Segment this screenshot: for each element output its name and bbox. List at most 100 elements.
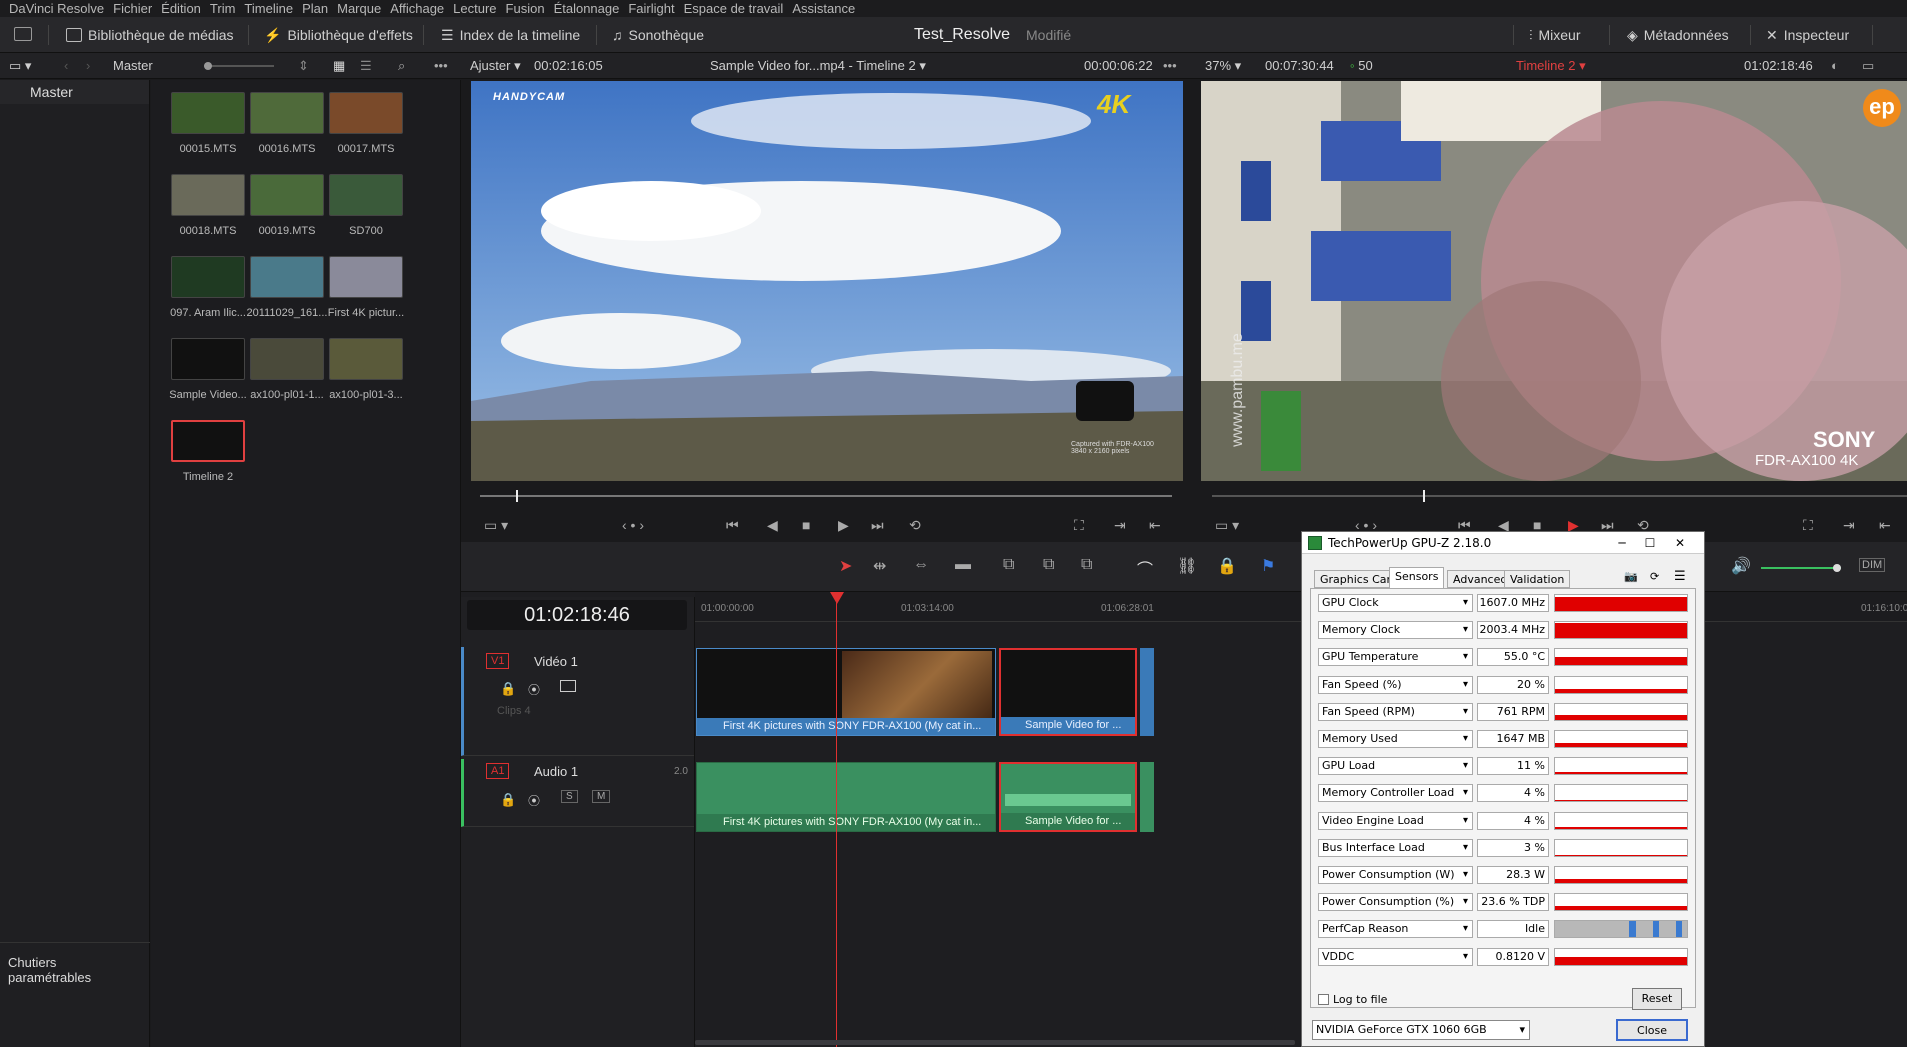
stop-icon[interactable]: ■ — [802, 517, 810, 533]
program-match-frame-icon[interactable]: ⛶ — [1803, 517, 1813, 534]
video-lock-icon[interactable]: 🔒 — [500, 681, 516, 697]
gpu-select[interactable]: NVIDIA GeForce GTX 1060 6GB ▾ — [1312, 1020, 1530, 1040]
reset-button[interactable]: Reset — [1632, 988, 1682, 1010]
fit-dropdown[interactable]: Ajuster ▾ — [470, 53, 521, 79]
sensor-label-dropdown[interactable]: Memory Clock — [1318, 621, 1473, 640]
audio-auto-select-icon[interactable]: ⦿ — [528, 792, 540, 809]
video-visible-icon[interactable] — [560, 680, 576, 692]
nav-forward-icon[interactable]: › — [86, 53, 90, 79]
go-to-start-icon[interactable]: ⏮ — [726, 517, 739, 534]
menu-item-3[interactable]: Trim — [210, 0, 236, 17]
program-mark-out-icon[interactable]: ⇤ — [1879, 517, 1891, 534]
media-clip[interactable]: 00016.MTS — [242, 92, 332, 155]
mixer-button[interactable]: ⫶ Mixeur — [1529, 17, 1581, 53]
program-viewer[interactable]: ep www.pambu.me SONY FDR-AX100 4K — [1201, 81, 1907, 481]
workspace-icon[interactable] — [14, 27, 32, 41]
source-viewer[interactable]: HANDYCAM 4K Captured with FDR-AX100 3840… — [471, 81, 1183, 481]
media-clip[interactable]: 00019.MTS — [242, 174, 332, 237]
mark-in-icon[interactable]: ⇥ — [1114, 517, 1126, 534]
volume-icon[interactable]: 🔊 — [1731, 556, 1751, 576]
more-options-icon[interactable]: ••• — [434, 53, 448, 79]
play-icon[interactable]: ▶ — [838, 517, 849, 534]
sensor-label-dropdown[interactable]: VDDC — [1318, 947, 1473, 966]
log-to-file-checkbox[interactable]: Log to file — [1318, 993, 1387, 1006]
grid-view-icon[interactable]: ▦ — [333, 53, 345, 79]
inspector-button[interactable]: ✕ Inspecteur — [1766, 17, 1849, 53]
gpuz-window[interactable]: TechPowerUp GPU-Z 2.18.0 ─ ☐ ✕ Graphics … — [1301, 531, 1705, 1047]
sound-library-button[interactable]: ♫ Sonothèque — [612, 17, 704, 53]
auto-select-icon[interactable]: ⦿ — [528, 681, 540, 698]
menu-item-8[interactable]: Lecture — [453, 0, 496, 17]
replace-clip-icon[interactable]: ⧉ — [1081, 556, 1092, 574]
program-viewer-size-icon[interactable]: ▭ ▾ — [1215, 517, 1239, 534]
overwrite-clip-icon[interactable]: ⧉ — [1043, 556, 1054, 574]
close-button[interactable]: Close — [1616, 1019, 1688, 1041]
timeline-scrollbar[interactable] — [695, 1040, 1295, 1045]
menu-icon[interactable]: ☰ — [1674, 569, 1686, 584]
viewer-mode-icon[interactable]: ▭ — [1862, 53, 1874, 79]
step-back-icon[interactable]: ◀ — [767, 517, 778, 534]
sensor-label-dropdown[interactable]: Memory Controller Load — [1318, 784, 1473, 803]
audio-clip-3[interactable] — [1140, 762, 1154, 832]
media-clip[interactable]: Sample Video... — [163, 338, 253, 401]
timeline-name-dropdown[interactable]: Timeline 2 ▾ — [1516, 53, 1586, 79]
viewer-options-icon[interactable]: ••• — [1163, 53, 1177, 79]
viewer-size-icon[interactable]: ▭ ▾ — [484, 517, 508, 534]
program-mark-in-icon[interactable]: ⇥ — [1843, 517, 1855, 534]
blade-tool-icon[interactable]: ▬ — [955, 556, 971, 574]
source-playhead[interactable] — [516, 490, 518, 502]
zoom-dropdown[interactable]: 37% ▾ — [1205, 53, 1241, 79]
sensor-label-dropdown[interactable]: GPU Clock — [1318, 594, 1473, 612]
media-clip[interactable]: 097. Aram Ilic... — [163, 256, 253, 319]
menu-item-12[interactable]: Espace de travail — [684, 0, 784, 17]
video-clip-1[interactable]: First 4K pictures with SONY FDR-AX100 (M… — [696, 648, 996, 736]
gpuz-tab-validation[interactable]: Validation — [1504, 570, 1571, 588]
snapping-icon[interactable]: ⌒ — [1137, 556, 1153, 580]
sort-icon[interactable]: ⇕ — [298, 53, 309, 79]
menu-item-1[interactable]: Fichier — [113, 0, 152, 17]
nav-back-icon[interactable]: ‹ — [64, 53, 68, 79]
volume-slider[interactable] — [1761, 564, 1841, 572]
menu-item-7[interactable]: Affichage — [390, 0, 444, 17]
sensor-label-dropdown[interactable]: GPU Load — [1318, 757, 1473, 776]
linked-selection-icon[interactable]: ⛓ — [1177, 556, 1197, 576]
sensor-label-dropdown[interactable]: Video Engine Load — [1318, 811, 1473, 830]
media-clip[interactable]: Timeline 2 — [163, 420, 253, 483]
solo-button[interactable]: S — [561, 790, 578, 803]
lock-icon[interactable]: 🔒 — [1217, 556, 1237, 576]
menu-item-2[interactable]: Édition — [161, 0, 201, 17]
menu-item-11[interactable]: Fairlight — [628, 0, 674, 17]
match-frame-icon[interactable]: ⛶ — [1074, 517, 1084, 534]
source-scrubber[interactable] — [480, 490, 1172, 502]
camera-icon[interactable]: 📷 — [1624, 570, 1638, 583]
bin-list-toggle-icon[interactable]: ▭ ▾ — [9, 53, 31, 79]
dynamic-trim-icon[interactable]: ⇔ — [913, 556, 929, 574]
mark-out-icon[interactable]: ⇤ — [1149, 517, 1161, 534]
close-window-button[interactable]: ✕ — [1664, 532, 1696, 554]
refresh-icon[interactable]: ⟳ — [1650, 570, 1659, 583]
selection-tool-icon[interactable]: ➤ — [839, 556, 852, 576]
edit-index-button[interactable]: ☰ Index de la timeline — [441, 17, 580, 53]
sensor-label-dropdown[interactable]: Fan Speed (%) — [1318, 675, 1473, 694]
video-clip-2[interactable]: Sample Video for ... — [999, 648, 1137, 736]
video-track-id[interactable]: V1 — [486, 653, 510, 669]
media-clip[interactable]: 00017.MTS — [321, 92, 411, 155]
thumb-size-slider[interactable] — [204, 62, 274, 70]
effects-library-button[interactable]: ⚡ Bibliothèque d'effets — [264, 17, 413, 53]
gpuz-titlebar[interactable]: TechPowerUp GPU-Z 2.18.0 ─ ☐ ✕ — [1302, 532, 1704, 554]
playhead-marker[interactable] — [830, 592, 844, 604]
sensor-label-dropdown[interactable]: PerfCap Reason — [1318, 920, 1473, 939]
sensor-label-dropdown[interactable]: Fan Speed (RPM) — [1318, 702, 1473, 721]
sensor-label-dropdown[interactable]: Bus Interface Load — [1318, 838, 1473, 857]
smart-bins-header[interactable]: Chutiers paramétrables — [0, 942, 150, 997]
audio-track-id[interactable]: A1 — [486, 763, 510, 779]
maximize-button[interactable]: ☐ — [1636, 532, 1664, 554]
sensor-label-dropdown[interactable]: Power Consumption (W) — [1318, 866, 1473, 884]
flag-icon[interactable]: ⚑ — [1261, 556, 1275, 576]
search-icon[interactable]: ⌕ — [398, 53, 405, 79]
sensor-label-dropdown[interactable]: Memory Used — [1318, 730, 1473, 748]
media-clip[interactable]: ax100-pl01-3... — [321, 338, 411, 401]
master-bin[interactable]: Master — [0, 80, 149, 104]
video-track-name[interactable]: Vidéo 1 — [534, 654, 578, 669]
video-clip-3[interactable] — [1140, 648, 1154, 736]
